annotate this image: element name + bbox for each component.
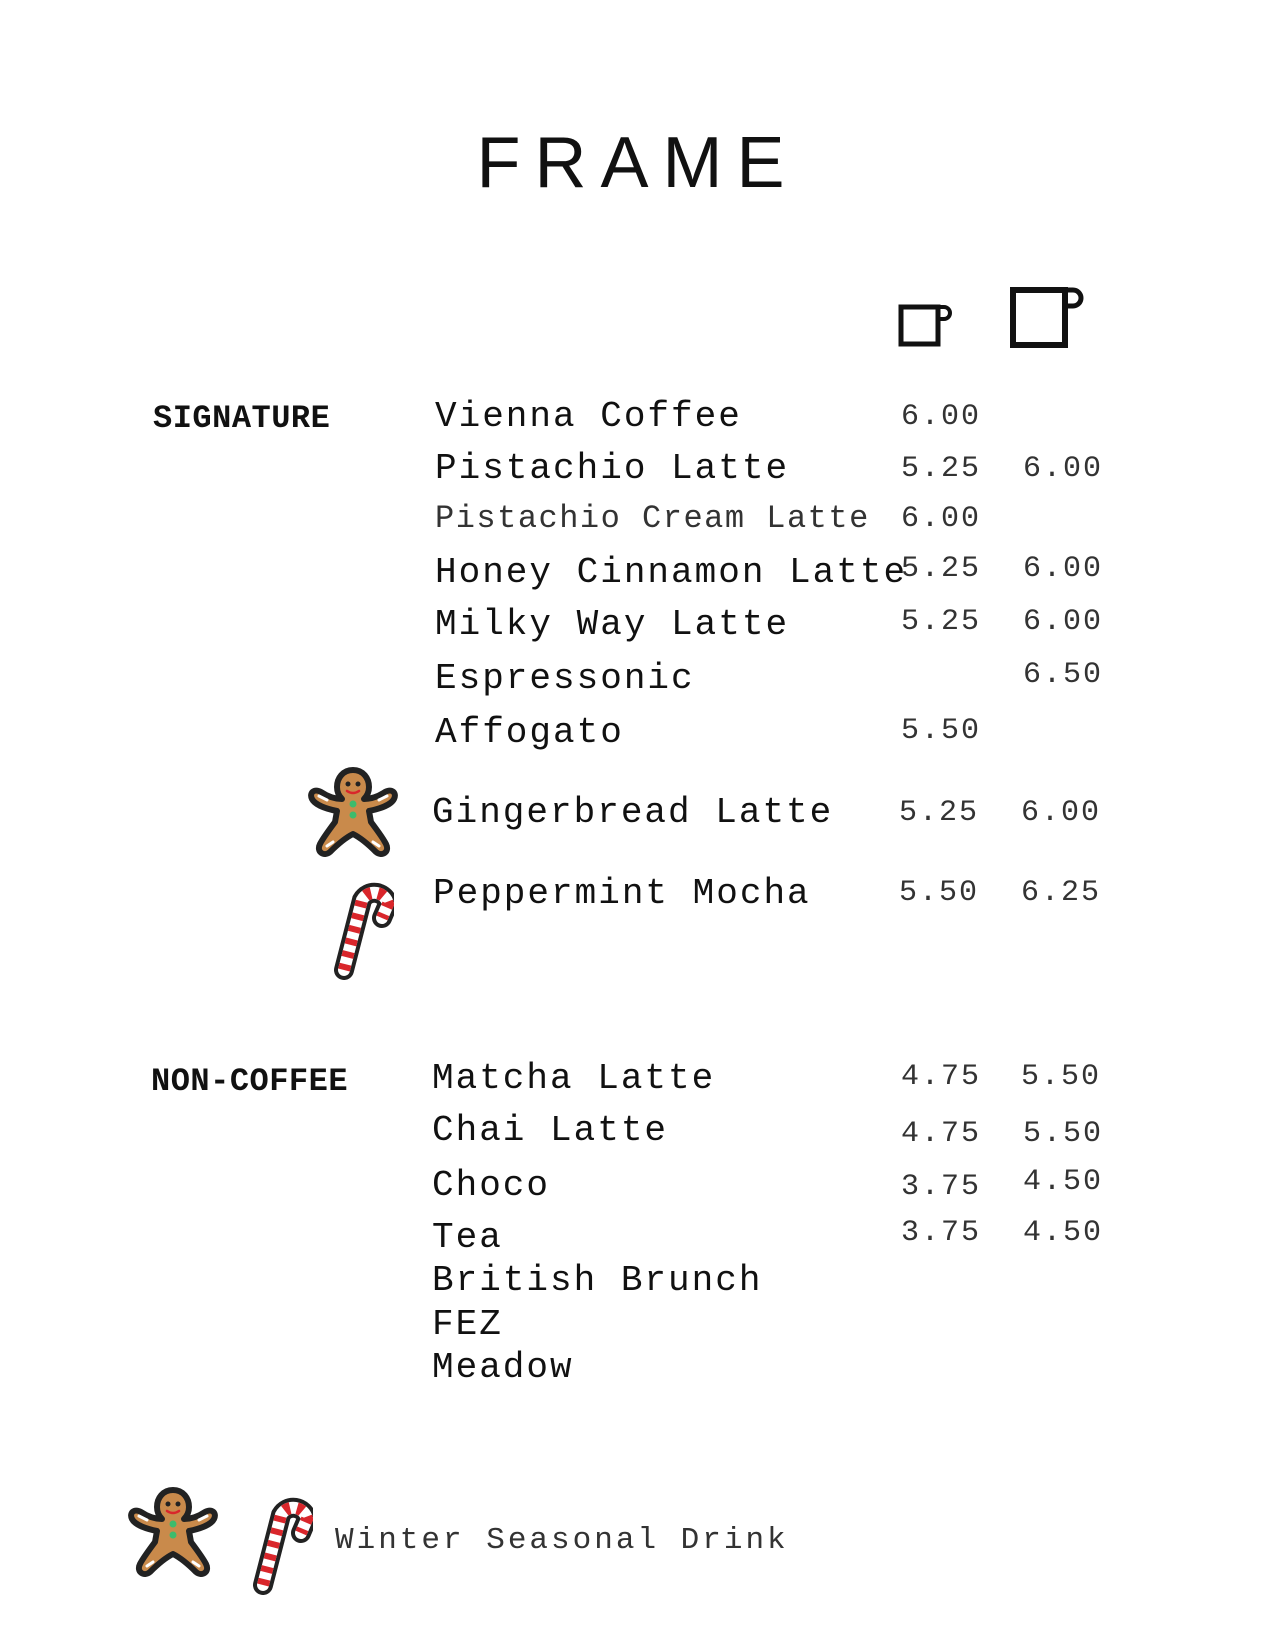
price-large: 6.50 [1023,658,1104,692]
menu-item-fez: FEZ [432,1304,503,1345]
menu-title: FRAME [476,123,799,203]
gingerbread-man-icon [308,767,398,857]
candy-cane-icon [253,1497,313,1595]
price-small: 5.25 [901,552,982,586]
menu-item-meadow: Meadow [432,1347,574,1388]
price-small: 5.25 [901,605,982,639]
menu-item-chai-latte: Chai Latte [432,1110,669,1151]
price-small: 4.75 [901,1117,982,1151]
small-cup-icon [898,304,952,347]
price-small: 5.25 [901,452,982,486]
menu-item-matcha-latte: Matcha Latte [432,1058,716,1099]
price-large: 6.00 [1023,452,1104,486]
menu-item-choco: Choco [432,1165,551,1206]
price-small: 4.75 [901,1060,982,1094]
price-large: 5.50 [1023,1117,1104,1151]
menu-item-vienna-coffee: Vienna Coffee [435,396,742,437]
price-large: 4.50 [1023,1165,1104,1199]
menu-item-peppermint-mocha: Peppermint Mocha [433,873,811,914]
legend-text: Winter Seasonal Drink [335,1523,789,1558]
price-small: 3.75 [901,1170,982,1204]
section-label-signature: SIGNATURE [153,400,331,437]
gingerbread-man-icon [128,1487,218,1577]
price-small: 3.75 [901,1216,982,1250]
candy-cane-icon [334,882,394,980]
price-large: 4.50 [1023,1216,1104,1250]
section-label-non-coffee: NON-COFFEE [151,1063,349,1100]
menu-item-british-brunch: British Brunch [432,1260,763,1301]
price-small: 5.50 [899,876,980,910]
menu-item-honey-cinnamon-latte: Honey Cinnamon Latte [435,552,908,593]
price-small: 6.00 [901,502,982,536]
price-small: 5.25 [899,796,980,830]
menu-item-affogato: Affogato [435,712,624,753]
menu-item-pistachio-cream-latte: Pistachio Cream Latte [435,500,870,537]
menu-item-pistachio-latte: Pistachio Latte [435,448,790,489]
price-small: 6.00 [901,400,982,434]
price-large: 5.50 [1021,1060,1102,1094]
price-small: 5.50 [901,714,982,748]
price-large: 6.00 [1023,605,1104,639]
menu-item-gingerbread-latte: Gingerbread Latte [432,792,834,833]
price-large: 6.00 [1023,552,1104,586]
menu-item-tea: Tea [432,1217,503,1258]
price-large: 6.00 [1021,796,1102,830]
large-cup-icon [1010,287,1084,348]
menu-item-milky-way-latte: Milky Way Latte [435,604,790,645]
price-large: 6.25 [1021,876,1102,910]
menu-item-espressonic: Espressonic [435,658,695,699]
